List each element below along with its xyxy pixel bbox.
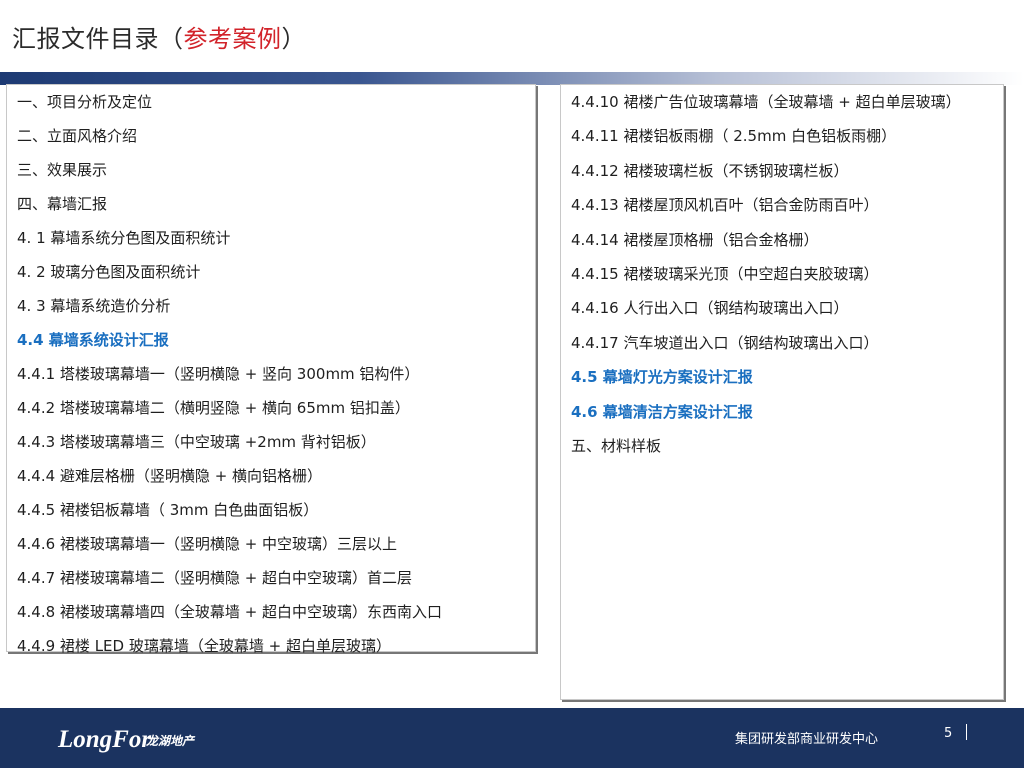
toc-right-list: 4.4.10 裙楼广告位玻璃幕墙（全玻幕墙 + 超白单层玻璃） 4.4.11 裙楼… [561, 85, 1003, 463]
toc-item: 4.4.2 塔楼玻璃幕墙二（横明竖隐 + 横向 65mm 铝扣盖） [17, 399, 410, 417]
toc-item: 4.4.17 汽车坡道出入口（钢结构玻璃出入口） [571, 333, 879, 352]
toc-item: 4.6 幕墙清洁方案设计汇报 [571, 402, 753, 421]
toc-item: 4. 2 玻璃分色图及面积统计 [17, 263, 201, 281]
toc-item: 4.5 幕墙灯光方案设计汇报 [571, 368, 753, 387]
title-accent: 参考案例 [183, 25, 282, 53]
toc-item: 4.4.3 塔楼玻璃幕墙三（中空玻璃 +2mm 背衬铝板） [17, 433, 376, 451]
longfor-logo: LongFor 龙湖地产 [54, 716, 202, 760]
title-prefix: 汇报文件目录（ [12, 25, 184, 53]
toc-right-panel: 4.4.10 裙楼广告位玻璃幕墙（全玻幕墙 + 超白单层玻璃） 4.4.11 裙楼… [560, 84, 1004, 700]
toc-left-panel: 一、项目分析及定位 二、立面风格介绍 三、效果展示 四、幕墙汇报 4. 1 幕墙系统分色… [6, 84, 536, 655]
department-label: 集团研发部商业研发中心 [735, 732, 879, 747]
toc-item: 4.4.16 人行出入口（钢结构玻璃出入口） [571, 299, 849, 318]
page-title: 汇报文件目录（参考案例） [12, 22, 306, 56]
toc-item: 4.4.6 裙楼玻璃幕墙一（竖明横隐 + 中空玻璃）三层以上 [17, 535, 398, 553]
toc-item: 4.4 幕墙系统设计汇报 [17, 331, 169, 349]
toc-item: 4. 3 幕墙系统造价分析 [17, 297, 171, 315]
page-number: 5 [944, 726, 953, 741]
toc-item: 4.4.10 裙楼广告位玻璃幕墙（全玻幕墙 + 超白单层玻璃） [571, 93, 961, 111]
toc-item: 4.4.4 避难层格栅（竖明横隐 + 横向铝格栅） [17, 467, 323, 485]
toc-item: 4. 1 幕墙系统分色图及面积统计 [17, 229, 231, 247]
toc-item: 4.4.5 裙楼铝板幕墙（ 3mm 白色曲面铝板） [17, 501, 319, 519]
logo-chinese: 龙湖地产 [145, 734, 196, 748]
logo-wordmark: LongFor [57, 726, 151, 753]
title-suffix: ） [281, 25, 306, 53]
toc-item: 4.4.9 裙楼 LED 玻璃幕墙（全玻幕墙 + 超白单层玻璃） [17, 637, 391, 655]
toc-item: 4.4.11 裙楼铝板雨棚（ 2.5mm 白色铝板雨棚） [571, 127, 897, 146]
toc-item: 一、项目分析及定位 [17, 93, 153, 111]
toc-item: 四、幕墙汇报 [17, 195, 108, 213]
toc-item: 二、立面风格介绍 [17, 127, 138, 145]
toc-item: 五、材料样板 [571, 437, 662, 456]
toc-item: 4.4.12 裙楼玻璃栏板（不锈钢玻璃栏板） [571, 161, 849, 180]
logo-icon: LongFor 龙湖地产 [54, 716, 202, 760]
toc-item: 4.4.8 裙楼玻璃幕墙四（全玻幕墙 + 超白中空玻璃）东西南入口 [17, 603, 443, 621]
toc-item: 4.4.15 裙楼玻璃采光顶（中空超白夹胶玻璃） [571, 265, 879, 284]
toc-item: 4.4.1 塔楼玻璃幕墙一（竖明横隐 + 竖向 300mm 铝构件） [17, 365, 420, 383]
toc-item: 4.4.13 裙楼屋顶风机百叶（铝合金防雨百叶） [571, 196, 879, 215]
toc-item: 三、效果展示 [17, 161, 108, 179]
page-number-divider [966, 724, 967, 740]
toc-item: 4.4.7 裙楼玻璃幕墙二（竖明横隐 + 超白中空玻璃）首二层 [17, 569, 413, 587]
toc-left-list: 一、项目分析及定位 二、立面风格介绍 三、效果展示 四、幕墙汇报 4. 1 幕墙系统分色… [7, 85, 535, 663]
toc-item: 4.4.14 裙楼屋顶格栅（铝合金格栅） [571, 230, 819, 249]
